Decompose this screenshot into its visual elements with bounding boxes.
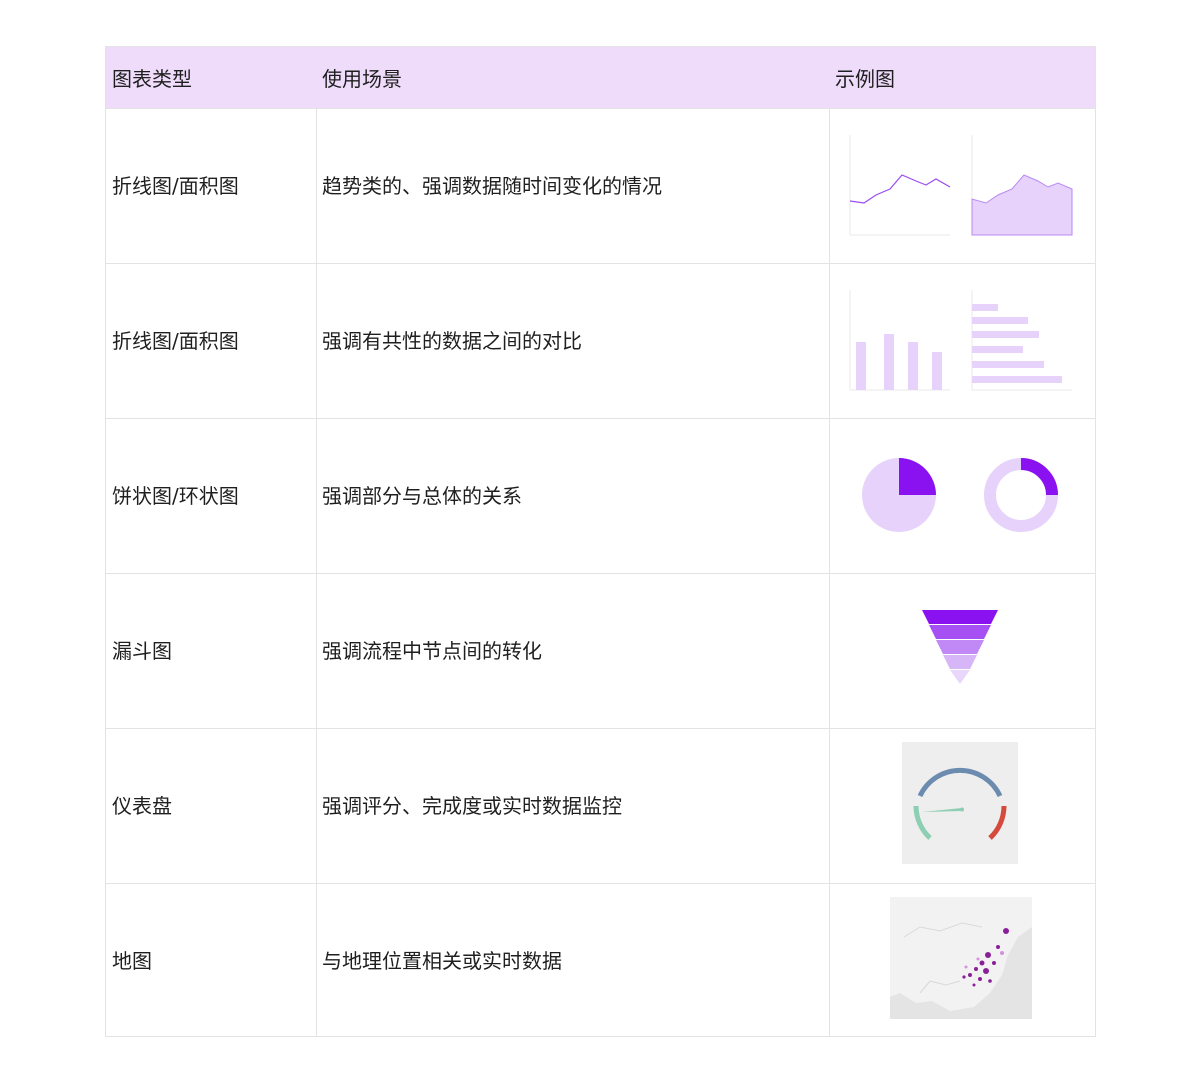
line-area-example [849, 135, 1073, 236]
gauge-example [902, 742, 1018, 864]
map-example [890, 897, 1032, 1019]
bar [972, 331, 1039, 338]
header-usage: 使用场景 [322, 67, 402, 91]
donut-slice [1020, 458, 1058, 496]
chart-types-table: 图表类型 使用场景 示例图 折线图/面积图 趋势类的、强调数据随时间变化的情况 … [105, 46, 1096, 1037]
line-series [849, 174, 951, 204]
pie-donut-example [862, 458, 1058, 532]
bar [972, 304, 998, 311]
bar-example [849, 290, 1072, 391]
table-header: 图表类型 使用场景 示例图 [106, 47, 1095, 109]
table-row: 地图 与地理位置相关或实时数据 [106, 884, 1095, 1039]
bar [856, 342, 866, 390]
area-series [971, 174, 1073, 236]
bar [972, 317, 1028, 324]
funnel-layer [929, 625, 991, 639]
funnel-layer [936, 640, 984, 654]
usage-cell: 与地理位置相关或实时数据 [322, 949, 562, 973]
usage-cell: 强调流程中节点间的转化 [322, 639, 542, 663]
funnel-layer [922, 610, 998, 624]
bar [972, 361, 1044, 368]
bar [884, 334, 894, 390]
table-row: 折线图/面积图 强调有共性的数据之间的对比 [106, 264, 1095, 419]
usage-cell: 趋势类的、强调数据随时间变化的情况 [322, 174, 662, 198]
usage-cell: 强调评分、完成度或实时数据监控 [322, 794, 622, 818]
chart-type-cell: 漏斗图 [112, 639, 172, 663]
usage-cell: 强调部分与总体的关系 [322, 484, 522, 508]
usage-cell: 强调有共性的数据之间的对比 [322, 329, 582, 353]
bar [972, 346, 1023, 353]
funnel-layer [950, 670, 970, 684]
table-row: 仪表盘 强调评分、完成度或实时数据监控 [106, 729, 1095, 884]
bar [972, 376, 1062, 383]
pie-slice [899, 458, 936, 495]
header-chart-type: 图表类型 [112, 67, 192, 91]
chart-type-cell: 折线图/面积图 [112, 174, 239, 198]
funnel-layer [943, 655, 977, 669]
chart-type-cell: 仪表盘 [112, 794, 172, 818]
header-example: 示例图 [835, 67, 895, 91]
chart-type-cell: 饼状图/环状图 [112, 484, 239, 508]
table-row: 漏斗图 强调流程中节点间的转化 [106, 574, 1095, 729]
bar [932, 352, 942, 390]
bar [908, 342, 918, 390]
chart-type-cell: 地图 [112, 949, 152, 973]
table-row: 折线图/面积图 趋势类的、强调数据随时间变化的情况 [106, 109, 1095, 264]
chart-type-cell: 折线图/面积图 [112, 329, 239, 353]
funnel-example [922, 610, 998, 684]
table-row: 饼状图/环状图 强调部分与总体的关系 [106, 419, 1095, 574]
